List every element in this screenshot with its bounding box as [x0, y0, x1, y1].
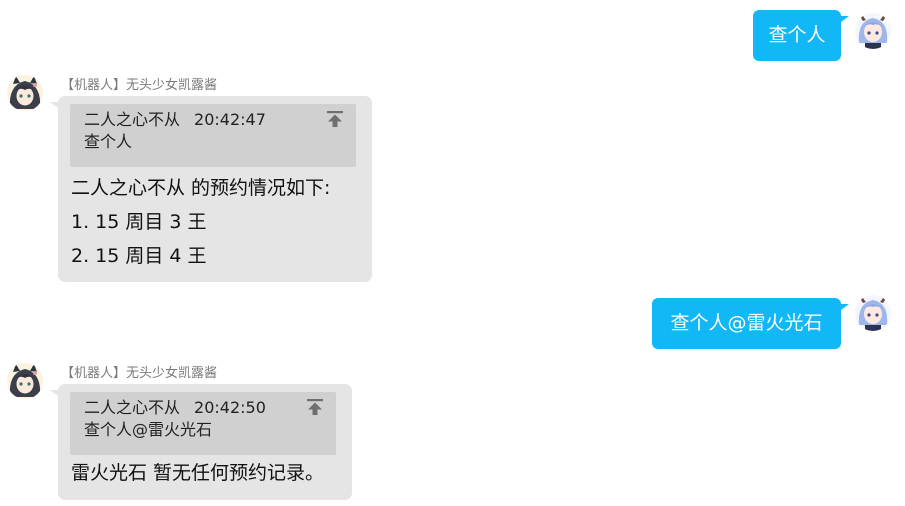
sender-name: 【机器人】无头少女凯露酱: [61, 366, 218, 381]
arrow-up-to-line-icon[interactable]: [326, 110, 344, 128]
quoted-message[interactable]: 二人之心不从 20:42:47 查个人: [70, 104, 356, 167]
message-line: 雷火光石 暂无任何预约记录。: [71, 462, 325, 484]
message-text: 查个人@雷火光石: [670, 312, 823, 334]
incoming-message[interactable]: 二人之心不从 20:42:50 查个人@雷火光石 雷火光石 暂无任何预约记录。: [50, 384, 352, 500]
sender-name: 【机器人】无头少女凯露酱: [61, 78, 218, 93]
outgoing-message[interactable]: 查个人: [753, 10, 849, 61]
message-line: 二人之心不从 的预约情况如下:: [71, 177, 331, 199]
quote-author: 二人之心不从: [84, 110, 181, 129]
quoted-message[interactable]: 二人之心不从 20:42:50 查个人@雷火光石: [70, 392, 336, 455]
message-text: 查个人: [768, 24, 826, 46]
outgoing-message[interactable]: 查个人@雷火光石: [652, 298, 849, 349]
quote-time: 20:42:47: [194, 110, 266, 129]
quote-text: 查个人: [84, 132, 133, 151]
bot-avatar[interactable]: [7, 363, 43, 399]
incoming-message[interactable]: 二人之心不从 20:42:47 查个人 二人之心不从 的预约情况如下: 1. 15…: [50, 96, 372, 282]
message-line: 2. 15 周目 4 王: [71, 245, 207, 267]
quote-author: 二人之心不从: [84, 398, 181, 417]
arrow-up-to-line-icon[interactable]: [306, 398, 324, 416]
quote-time: 20:42:50: [194, 398, 266, 417]
user-avatar[interactable]: [855, 295, 891, 331]
user-avatar[interactable]: [855, 13, 891, 49]
quote-text: 查个人@雷火光石: [84, 420, 213, 439]
message-line: 1. 15 周目 3 王: [71, 211, 207, 233]
bot-avatar[interactable]: [7, 75, 43, 111]
